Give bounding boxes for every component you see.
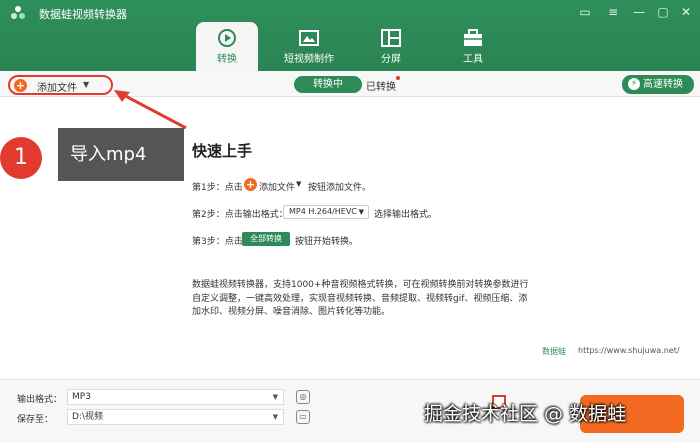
step3-suffix: 按钮开始转换。 [295, 237, 359, 247]
short-video-icon [299, 30, 319, 46]
save-path-select[interactable]: D:\视频 ▼ [67, 409, 284, 425]
fast-convert-button[interactable]: ⚡ 高速转换 [622, 75, 694, 94]
menu-icon[interactable]: ≡ [604, 3, 622, 21]
fast-convert-label: 高速转换 [643, 79, 683, 90]
title-bar: 数据蛙视频转换器 ▭ ≡ — ▢ ✕ 转换 短视频制作 分屏 工具 [0, 0, 700, 71]
step1-suffix: 按钮添加文件。 [308, 183, 372, 193]
annotation-arrow [114, 90, 187, 130]
site-url[interactable]: https://www.shujuwa.net/ [578, 346, 680, 355]
plus-icon: + [14, 79, 27, 92]
notification-dot [396, 76, 400, 80]
chevron-down-icon: ▼ [296, 180, 302, 188]
output-format-select[interactable]: MP3 ▼ [67, 389, 284, 405]
folder-icon[interactable]: ▭ [296, 410, 310, 424]
save-path-value: D:\视频 [72, 412, 103, 422]
tab-split-screen[interactable]: 分屏 [360, 22, 422, 68]
callout-label: 导入mp4 [58, 128, 184, 181]
output-format-value: MP3 [72, 392, 91, 402]
tab-tools-label: 工具 [463, 54, 483, 65]
app-logo-icon [11, 6, 25, 19]
chevron-down-icon: ▼ [358, 208, 364, 216]
minimize-icon[interactable]: — [630, 3, 648, 21]
output-format-label: 输出格式： [17, 395, 63, 405]
step2-prefix: 第2步：点击输出格式： [192, 210, 288, 220]
lightning-icon: ⚡ [628, 78, 640, 90]
close-icon[interactable]: ✕ [677, 3, 695, 21]
step2-suffix: 选择输出格式。 [374, 210, 438, 220]
quick-start-title: 快速上手 [192, 142, 253, 160]
tab-converted[interactable]: 已转换 [366, 78, 396, 93]
tab-convert[interactable]: 转换 [196, 22, 258, 71]
tab-converting[interactable]: 转换中 [294, 76, 362, 93]
chevron-down-icon: ▼ [272, 413, 278, 421]
split-screen-icon [381, 29, 401, 47]
chevron-down-icon[interactable]: ▼ [83, 80, 89, 89]
step3-convert-all-button[interactable]: 全部转换 [242, 232, 290, 246]
maximize-icon[interactable]: ▢ [654, 3, 672, 21]
tab-short-video[interactable]: 短视频制作 [278, 22, 340, 68]
step-number-badge: 1 [0, 137, 42, 179]
step2-format-select[interactable]: MP4 H.264/HEVC ▼ [283, 205, 369, 219]
toolbox-icon [464, 29, 482, 46]
watermark: 掘金技术社区 @ 数据蛙 [424, 403, 627, 425]
save-to-label: 保存至： [17, 415, 54, 425]
app-title: 数据蛙视频转换器 [39, 8, 127, 21]
tab-split-screen-label: 分屏 [381, 54, 401, 65]
format-settings-icon[interactable]: ◎ [296, 390, 310, 404]
step2-format-value: MP4 H.264/HEVC [289, 207, 357, 216]
step3-prefix: 第3步：点击 [192, 237, 243, 247]
chat-icon[interactable]: ▭ [576, 3, 594, 21]
sub-toolbar: + 添加文件 ▼ 转换中 已转换 ⚡ 高速转换 [0, 71, 700, 97]
step1-prefix: 第1步：点击 [192, 183, 243, 193]
convert-icon [218, 29, 236, 47]
tab-tools[interactable]: 工具 [442, 22, 504, 68]
chevron-down-icon: ▼ [272, 393, 278, 401]
site-brand: 数据蛙 [542, 347, 566, 356]
product-description: 数据蛙视频转换器，支持1000+种音视频格式转换，可在视频转换前对转换参数进行自… [192, 280, 529, 317]
add-file-label: 添加文件 [37, 83, 77, 94]
plus-icon: + [244, 178, 257, 191]
tab-convert-label: 转换 [217, 54, 237, 65]
step1-button-label[interactable]: 添加文件 [259, 180, 295, 193]
add-file-button[interactable]: + 添加文件 ▼ [8, 75, 113, 95]
tab-short-video-label: 短视频制作 [284, 54, 334, 65]
